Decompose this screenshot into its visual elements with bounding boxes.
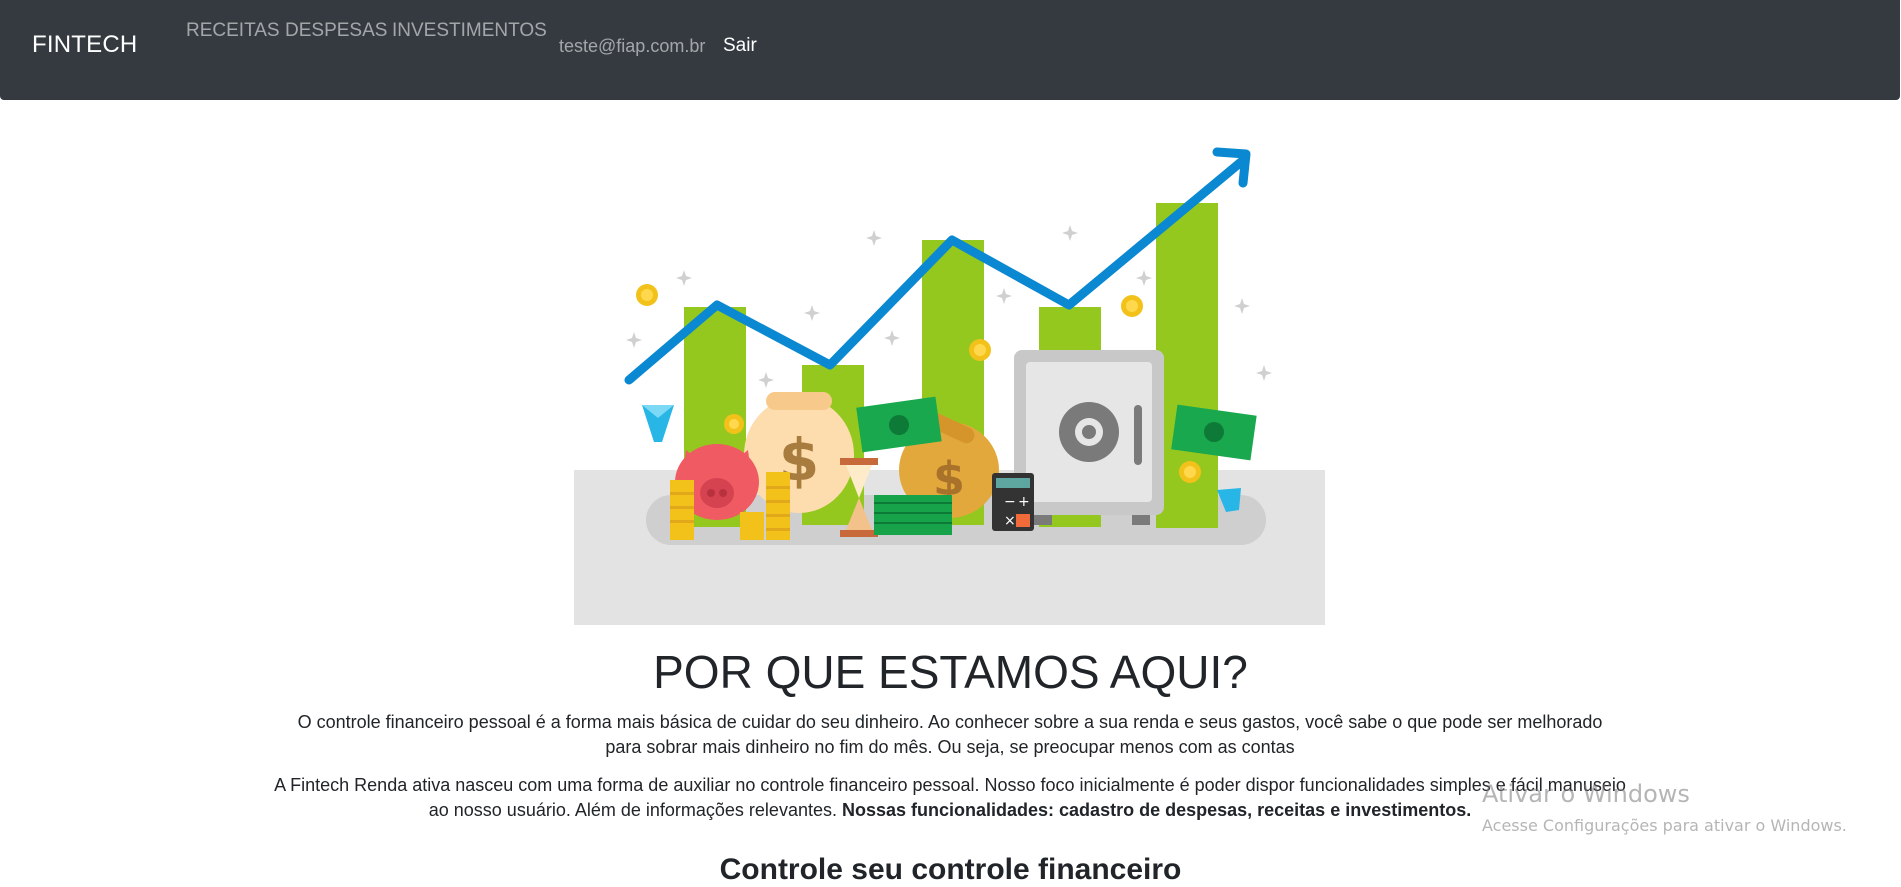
svg-text:×: × (1004, 513, 1016, 529)
safe-illustration (1014, 350, 1164, 525)
intro-paragraph: O controle financeiro pessoal é a forma … (297, 712, 1603, 757)
page-title: POR QUE ESTAMOS AQUI? (653, 646, 1248, 698)
financial-growth-illustration: $ $ − + × (574, 147, 1325, 625)
svg-text:−: − (1004, 494, 1016, 510)
svg-text:+: + (1018, 494, 1030, 510)
watermark-subtitle: Acesse Configurações para ativar o Windo… (1482, 816, 1847, 835)
nav-link-receitas[interactable]: RECEITAS (186, 20, 280, 42)
hero-illustration: $ $ − + × (574, 110, 1325, 625)
watermark-title: Ativar o Windows (1482, 780, 1690, 808)
logout-link[interactable]: Sair (723, 35, 757, 57)
nav-link-investimentos[interactable]: INVESTIMENTOS (392, 20, 547, 42)
brand-logo[interactable]: FINTECH (32, 31, 137, 59)
nav-link-despesas[interactable]: DESPESAS (285, 20, 387, 42)
features-highlight: Nossas funcionalidades: cadastro de desp… (841, 800, 1472, 820)
calculator: − + × (992, 473, 1034, 531)
about-paragraph: A Fintech Renda ativa nasceu com uma for… (270, 773, 1630, 823)
section-subtitle: Controle seu controle financeiro (719, 853, 1182, 886)
user-email: teste@fiap.com.br (559, 36, 706, 56)
top-navbar: FINTECH RECEITAS DESPESAS INVESTIMENTOS … (0, 0, 1900, 100)
windows-activation-watermark: Ativar o Windows Acesse Configurações pa… (1482, 780, 1847, 835)
cash-stack (874, 495, 952, 535)
